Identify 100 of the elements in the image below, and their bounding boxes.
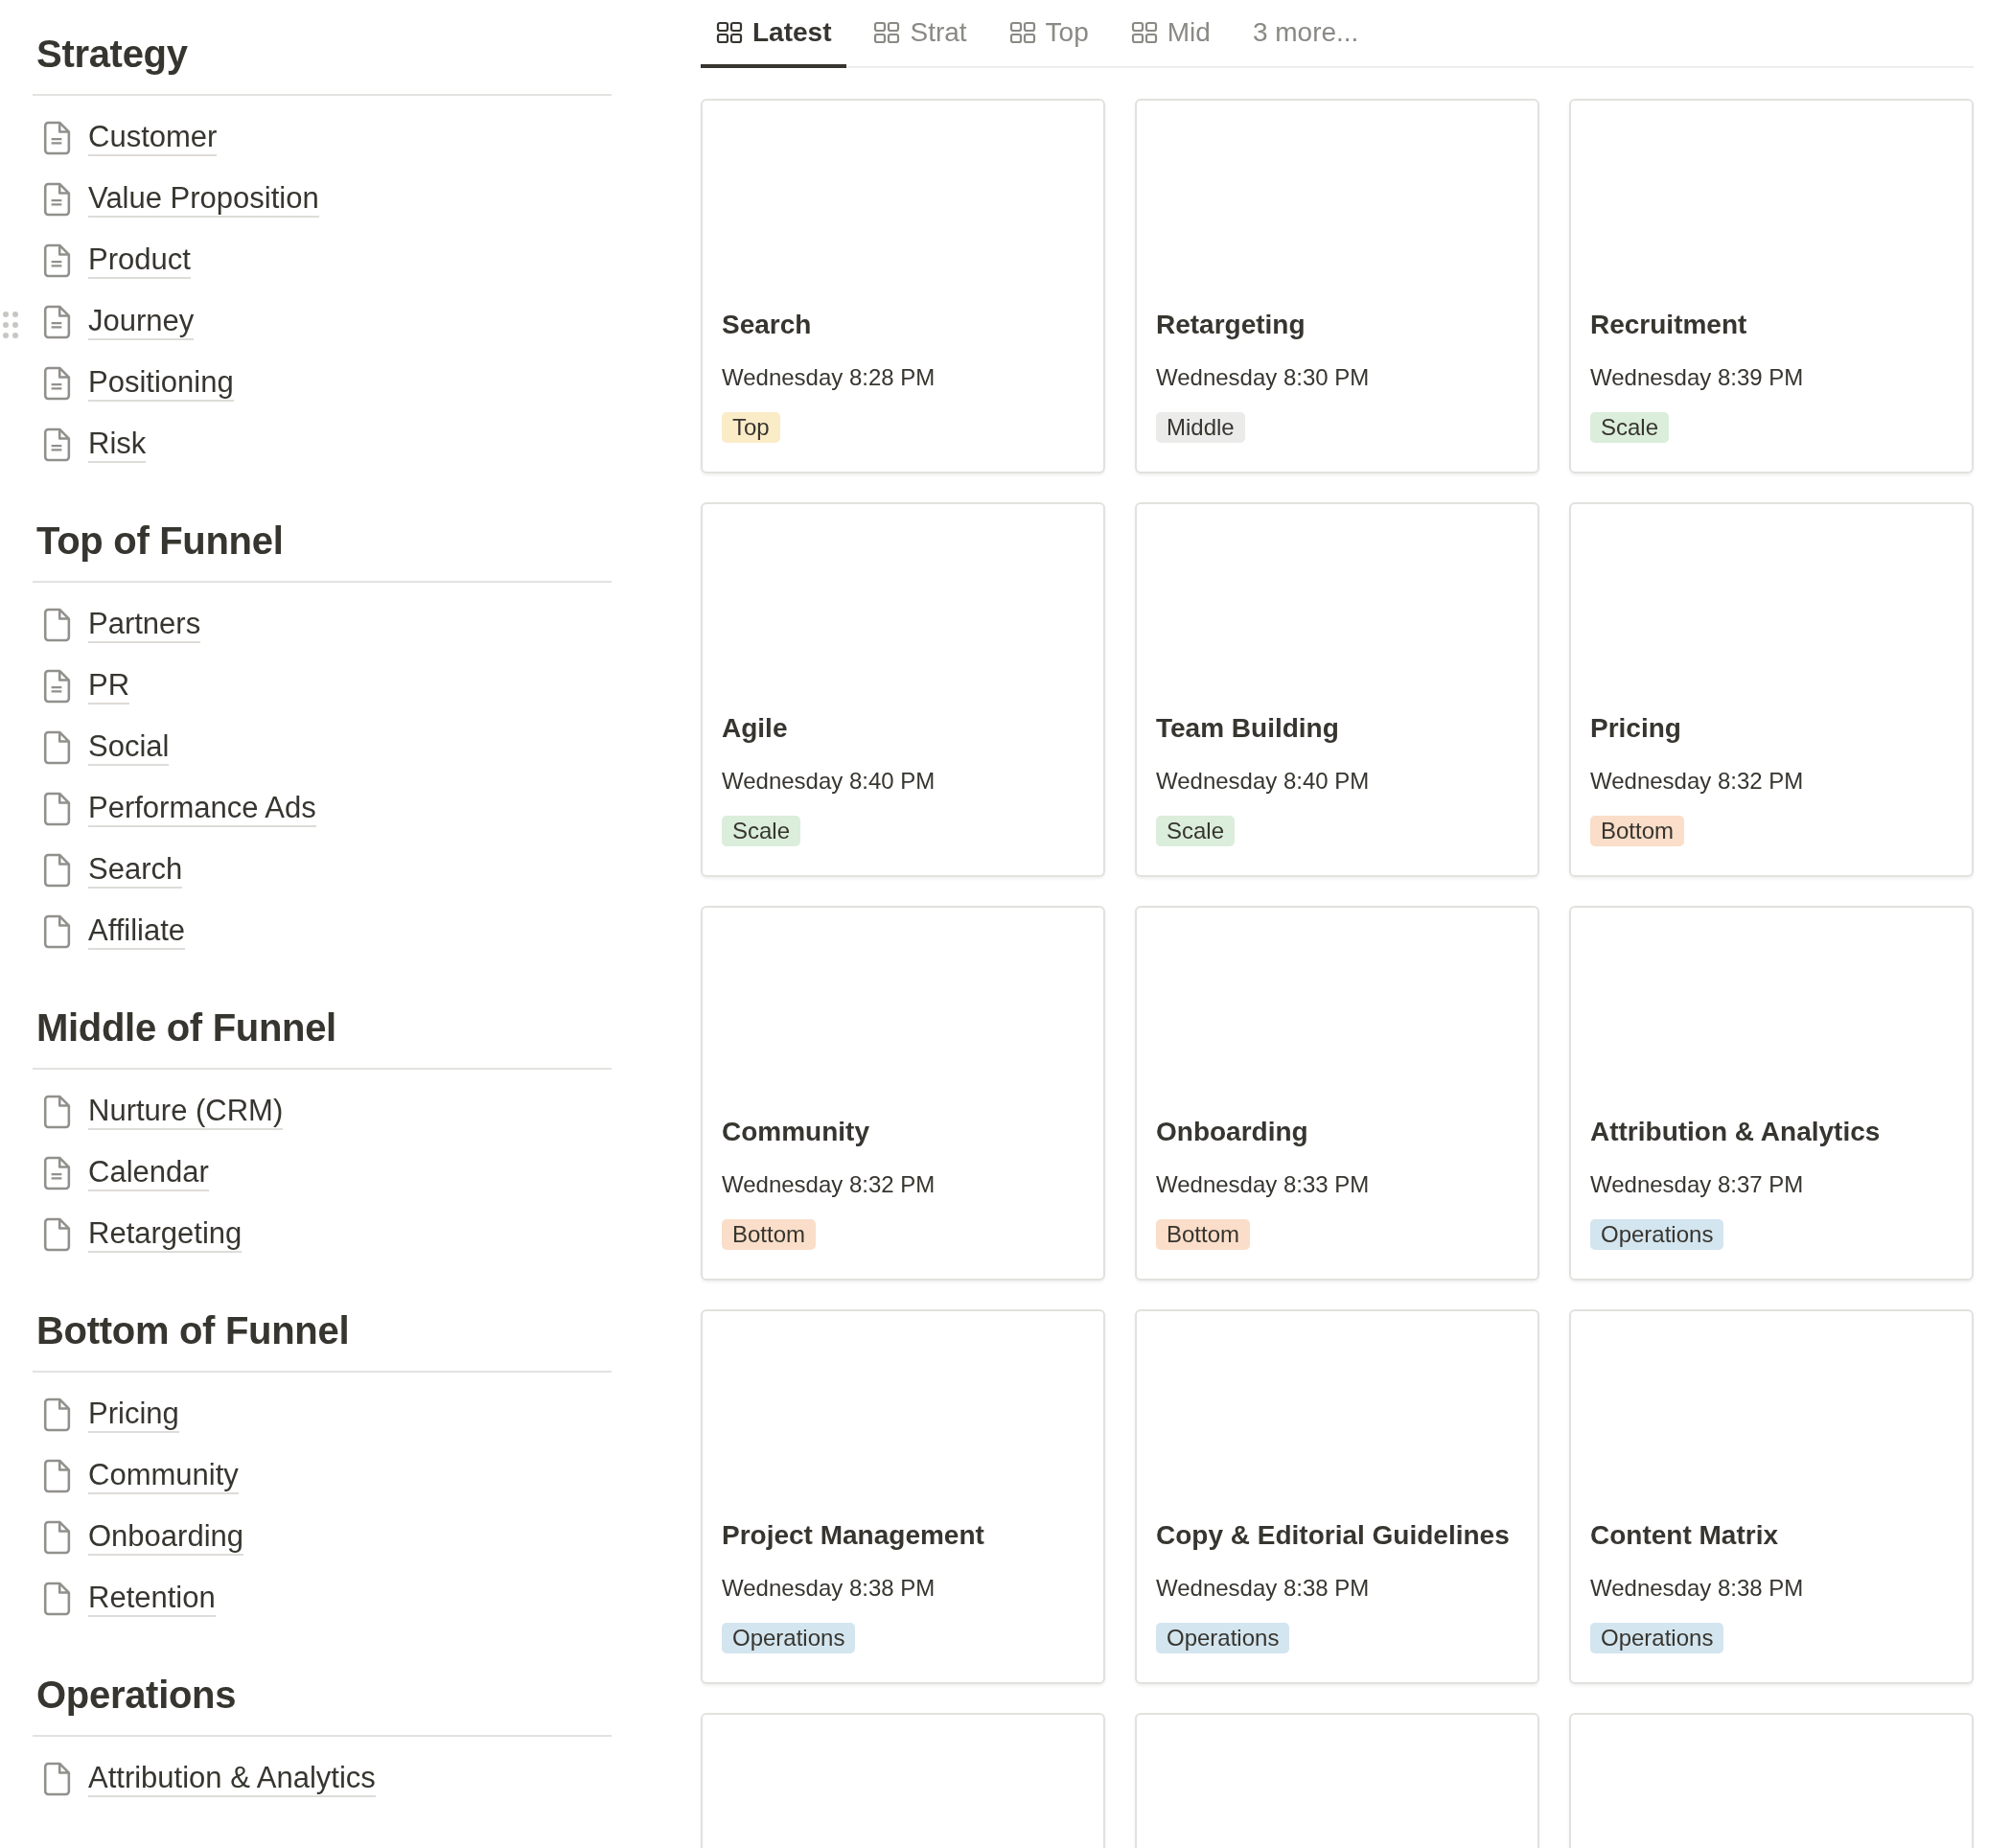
gallery-icon xyxy=(873,20,901,44)
page-link[interactable]: Calendar xyxy=(88,1155,209,1191)
tag-label: Operations xyxy=(1590,1623,1724,1653)
card-title: Pricing xyxy=(1590,712,1682,745)
card-date: Wednesday 8:28 PM xyxy=(722,363,936,392)
page-link[interactable]: Value Proposition xyxy=(88,181,319,218)
page-icon xyxy=(42,913,71,950)
view-tab[interactable]: Top xyxy=(993,0,1104,68)
document-icon xyxy=(42,1155,71,1191)
tag-label: Top xyxy=(722,412,780,443)
page-link[interactable]: Journey xyxy=(88,304,195,340)
view-tab[interactable]: Mid xyxy=(1115,0,1226,68)
tag-label: Operations xyxy=(722,1623,856,1653)
card-date: Wednesday 8:37 PM xyxy=(1590,1170,1805,1199)
drag-handle-icon[interactable] xyxy=(2,311,19,339)
card-date: Wednesday 8:33 PM xyxy=(1156,1170,1371,1199)
page-link[interactable]: PR xyxy=(88,668,130,705)
page-link[interactable]: Affiliate xyxy=(88,913,186,950)
gallery-card[interactable]: Pricing Wednesday 8:32 PM Bottom xyxy=(1569,502,1974,877)
page-icon xyxy=(42,729,71,766)
tag-label: Operations xyxy=(1156,1623,1290,1653)
page-link[interactable]: Performance Ads xyxy=(88,791,316,827)
section-heading: Strategy xyxy=(36,32,189,77)
view-tab[interactable]: Latest xyxy=(701,0,847,68)
tag-label: Scale xyxy=(1156,816,1236,846)
tag-label: Middle xyxy=(1156,412,1245,443)
card-date: Wednesday 8:39 PM xyxy=(1590,363,1805,392)
page-link[interactable]: Retargeting xyxy=(88,1216,243,1253)
gallery-card[interactable]: Retargeting Wednesday 8:30 PM Middle xyxy=(1135,99,1539,474)
tag-label: Operations xyxy=(1590,1219,1724,1250)
page-icon xyxy=(42,1761,71,1797)
gallery-icon xyxy=(1130,20,1158,44)
card-title: Search xyxy=(722,309,813,341)
page-icon xyxy=(42,1216,71,1253)
page-link[interactable]: Retention xyxy=(88,1581,216,1617)
card-title: Copy & Editorial Guidelines xyxy=(1156,1519,1511,1552)
card-title: Content Matrix xyxy=(1590,1519,1779,1552)
page-link[interactable]: Positioning xyxy=(88,365,234,402)
card-date: Wednesday 8:40 PM xyxy=(1156,767,1371,796)
tag-label: Scale xyxy=(722,816,801,846)
gallery-icon xyxy=(716,20,743,44)
card-title: Project Management xyxy=(722,1519,985,1552)
section-heading: Middle of Funnel xyxy=(36,1005,337,1051)
page-link[interactable]: Onboarding xyxy=(88,1519,243,1556)
tag-label: Bottom xyxy=(1590,816,1685,846)
page-icon xyxy=(42,607,71,643)
card-date: Wednesday 8:32 PM xyxy=(722,1170,936,1199)
document-icon xyxy=(42,427,71,463)
card-title: Retargeting xyxy=(1156,309,1306,341)
page-link[interactable]: Attribution & Analytics xyxy=(88,1761,376,1797)
card-date: Wednesday 8:38 PM xyxy=(1156,1574,1371,1603)
section-heading: Operations xyxy=(36,1673,238,1718)
document-icon xyxy=(42,120,71,156)
tag-label: Scale xyxy=(1590,412,1670,443)
page-icon xyxy=(42,1458,71,1494)
card-title: Attribution & Analytics xyxy=(1590,1116,1882,1148)
page-link[interactable]: Nurture (CRM) xyxy=(88,1094,284,1130)
page-icon xyxy=(42,1094,71,1130)
card-title: Recruitment xyxy=(1590,309,1748,341)
card-date: Wednesday 8:38 PM xyxy=(1590,1574,1805,1603)
card-title: Agile xyxy=(722,712,789,745)
gallery-card[interactable]: Project Management Wednesday 8:38 PM Operations xyxy=(701,1309,1105,1684)
card-date: Wednesday 8:30 PM xyxy=(1156,363,1371,392)
tag-label: Bottom xyxy=(722,1219,817,1250)
page-link[interactable]: Product xyxy=(88,243,191,279)
gallery-card[interactable]: Content Matrix Wednesday 8:38 PM Operations xyxy=(1569,1309,1974,1684)
page-link[interactable]: Risk xyxy=(88,427,147,463)
gallery-card[interactable]: Recruitment Wednesday 8:39 PM Scale xyxy=(1569,99,1974,474)
card-title: Team Building xyxy=(1156,712,1340,745)
gallery-card[interactable]: Community Wednesday 8:32 PM Bottom xyxy=(701,906,1105,1281)
document-icon xyxy=(42,668,71,705)
section-heading: Bottom of Funnel xyxy=(36,1308,351,1353)
document-icon xyxy=(42,365,71,402)
gallery-card[interactable]: Team Building Wednesday 8:40 PM Scale xyxy=(1135,502,1539,877)
page-link[interactable]: Search xyxy=(88,852,183,889)
card-date: Wednesday 8:38 PM xyxy=(722,1574,936,1603)
page-link[interactable]: Community xyxy=(88,1458,239,1494)
view-tab[interactable]: 3 more... xyxy=(1237,0,1375,68)
page-icon xyxy=(42,852,71,889)
page-icon xyxy=(42,1581,71,1617)
page-icon xyxy=(42,1519,71,1556)
gallery-card[interactable]: Agile Wednesday 8:40 PM Scale xyxy=(701,502,1105,877)
page-icon xyxy=(42,791,71,827)
gallery-card[interactable]: Onboarding Wednesday 8:33 PM Bottom xyxy=(1135,906,1539,1281)
gallery-card[interactable]: Search Wednesday 8:28 PM Top xyxy=(701,99,1105,474)
tag-label: Bottom xyxy=(1156,1219,1251,1250)
page-icon xyxy=(42,1397,71,1433)
view-tab[interactable]: Strat xyxy=(858,0,982,68)
document-icon xyxy=(42,304,71,340)
page-link[interactable]: Customer xyxy=(88,120,218,156)
card-date: Wednesday 8:32 PM xyxy=(1590,767,1805,796)
section-heading: Top of Funnel xyxy=(36,519,285,564)
document-icon xyxy=(42,181,71,218)
page-link[interactable]: Partners xyxy=(88,607,201,643)
document-icon xyxy=(42,243,71,279)
gallery-card[interactable]: Copy & Editorial Guidelines Wednesday 8:38 PM Operations xyxy=(1135,1309,1539,1684)
gallery-card[interactable]: Attribution & Analytics Wednesday 8:37 PM Operations xyxy=(1569,906,1974,1281)
page-link[interactable]: Pricing xyxy=(88,1397,179,1433)
page-link[interactable]: Social xyxy=(88,729,170,766)
card-title: Onboarding xyxy=(1156,1116,1309,1148)
